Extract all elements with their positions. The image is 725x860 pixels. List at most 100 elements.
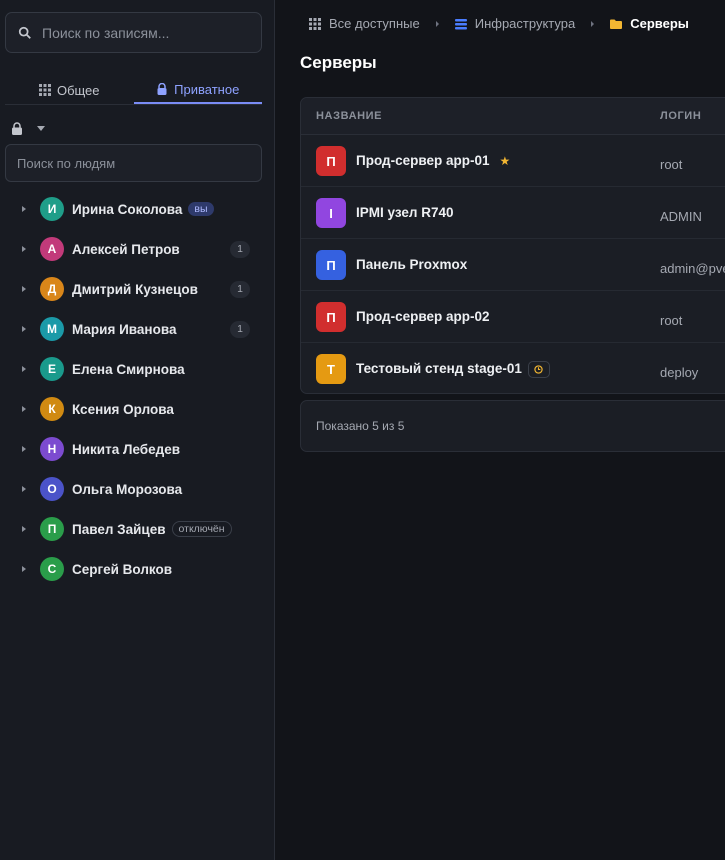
- search-icon: [18, 26, 31, 39]
- avatar: Н: [40, 437, 64, 461]
- expand-caret-icon[interactable]: [22, 326, 26, 332]
- avatar: Е: [40, 357, 64, 381]
- vault-selector[interactable]: [11, 122, 45, 135]
- avatar: С: [40, 557, 64, 581]
- column-header-name[interactable]: НАЗВАНИЕ: [316, 110, 382, 122]
- column-header-login[interactable]: ЛОГИН: [660, 110, 701, 122]
- person-name: Сергей Волков: [72, 561, 173, 577]
- avatar: А: [40, 237, 64, 261]
- page-title: Серверы: [300, 53, 377, 72]
- table-row[interactable]: П Панель Proxmox admin@pve: [301, 239, 725, 291]
- tab-private-label: Приватное: [174, 81, 240, 97]
- person-row[interactable]: О Ольга Морозова: [0, 469, 275, 509]
- expand-caret-icon[interactable]: [22, 566, 26, 572]
- records-search-placeholder: Поиск по записям...: [42, 24, 170, 41]
- records-search-input[interactable]: Поиск по записям...: [5, 12, 262, 53]
- shared-count-badge: 1: [230, 320, 250, 338]
- people-search-placeholder: Поиск по людям: [17, 155, 116, 171]
- person-row[interactable]: Е Елена Смирнова: [0, 349, 275, 389]
- star-icon[interactable]: ★: [499, 154, 510, 168]
- expand-caret-icon[interactable]: [22, 366, 26, 372]
- grid-icon: [309, 17, 321, 30]
- expand-caret-icon[interactable]: [22, 286, 26, 292]
- shared-count-badge: 1: [230, 240, 250, 258]
- table-row[interactable]: П Прод-сервер app-01 ★ root: [301, 135, 725, 187]
- servers-table: НАЗВАНИЕ ЛОГИН П Прод-сервер app-01 ★ root I…: [300, 97, 725, 394]
- tab-general[interactable]: Общее: [5, 76, 134, 104]
- person-name: Елена Смирнова: [72, 361, 185, 377]
- entry-icon: Т: [316, 354, 346, 384]
- person-row[interactable]: Д Дмитрий Кузнецов 1: [0, 269, 275, 309]
- table-header: НАЗВАНИЕ ЛОГИН: [301, 98, 725, 135]
- table-count: Показано 5 из 5: [316, 419, 405, 433]
- breadcrumb: Все доступные Инфраструктура Серверы: [309, 16, 689, 31]
- avatar: П: [40, 517, 64, 541]
- lock-icon: [157, 83, 167, 95]
- stack-icon: [454, 18, 467, 29]
- breadcrumb-servers: Серверы: [630, 16, 689, 31]
- entry-login: admin@pve: [660, 261, 725, 276]
- chevron-down-icon: [37, 126, 45, 131]
- avatar: О: [40, 477, 64, 501]
- expand-caret-icon[interactable]: [22, 406, 26, 412]
- entry-name: Тестовый стенд stage-01: [356, 361, 550, 378]
- avatar: И: [40, 197, 64, 221]
- person-row[interactable]: А Алексей Петров 1: [0, 229, 275, 269]
- entry-name-text: IPMI узел R740: [356, 205, 454, 220]
- person-row[interactable]: И Ирина Соколова вы: [0, 189, 275, 229]
- breadcrumb-all[interactable]: Все доступные: [329, 16, 420, 31]
- person-badge: вы: [188, 202, 214, 216]
- entry-icon: I: [316, 198, 346, 228]
- table-row[interactable]: Т Тестовый стенд stage-01 deploy: [301, 343, 725, 393]
- lock-icon: [12, 122, 22, 135]
- grid-icon: [38, 84, 51, 96]
- person-name: Павел Зайцев: [72, 521, 166, 537]
- person-row[interactable]: К Ксения Орлова: [0, 389, 275, 429]
- chevron-right-icon: [435, 20, 439, 27]
- person-name: Мария Иванова: [72, 321, 177, 337]
- table-row[interactable]: I IPMI узел R740 ADMIN: [301, 187, 725, 239]
- expand-caret-icon[interactable]: [22, 486, 26, 492]
- entry-name-text: Панель Proxmox: [356, 257, 468, 272]
- expand-caret-icon[interactable]: [22, 246, 26, 252]
- expand-caret-icon[interactable]: [22, 206, 26, 212]
- entry-name: Прод-сервер app-01 ★: [356, 153, 510, 168]
- entry-name: Панель Proxmox: [356, 257, 467, 272]
- person-row[interactable]: С Сергей Волков: [0, 549, 275, 589]
- entry-name: Прод-сервер app-02: [356, 309, 489, 324]
- person-name: Ксения Орлова: [72, 401, 174, 417]
- folder-icon: [610, 19, 623, 29]
- clock-icon: [527, 361, 550, 378]
- person-row[interactable]: П Павел Зайцев отключён: [0, 509, 275, 549]
- entry-login: root: [660, 313, 683, 328]
- avatar: К: [40, 397, 64, 421]
- person-row[interactable]: М Мария Иванова 1: [0, 309, 275, 349]
- table-row[interactable]: П Прод-сервер app-02 root: [301, 291, 725, 343]
- shared-count-badge: 1: [230, 280, 250, 298]
- expand-caret-icon[interactable]: [22, 526, 26, 532]
- avatar: Д: [40, 277, 64, 301]
- entry-name-text: Прод-сервер app-02: [356, 309, 490, 324]
- entry-icon: П: [316, 146, 346, 176]
- entry-login: deploy: [660, 365, 699, 380]
- person-badge: отключён: [171, 521, 232, 537]
- breadcrumb-infrastructure[interactable]: Инфраструктура: [475, 16, 575, 31]
- person-name: Алексей Петров: [72, 241, 180, 257]
- person-row[interactable]: Н Никита Лебедев: [0, 429, 275, 469]
- chevron-right-icon: [591, 20, 595, 27]
- expand-caret-icon[interactable]: [22, 446, 26, 452]
- entry-name-text: Прод-сервер app-01: [356, 153, 490, 168]
- entry-icon: П: [316, 302, 346, 332]
- entry-login: root: [660, 157, 683, 172]
- person-name: Никита Лебедев: [72, 441, 180, 457]
- tab-private[interactable]: Приватное: [133, 76, 262, 104]
- tab-general-label: Общее: [56, 82, 100, 98]
- entry-name-text: Тестовый стенд stage-01: [356, 361, 522, 377]
- people-search-input[interactable]: Поиск по людям: [5, 144, 262, 182]
- avatar: М: [40, 317, 64, 341]
- main-content: Все доступные Инфраструктура Серверы Сер…: [275, 0, 725, 860]
- table-footer: Показано 5 из 5: [300, 400, 725, 452]
- entry-icon: П: [316, 250, 346, 280]
- people-list: И Ирина Соколова вы А Алексей Петров 1 Д Дмитри…: [0, 189, 275, 589]
- entry-name: IPMI узел R740: [356, 205, 453, 220]
